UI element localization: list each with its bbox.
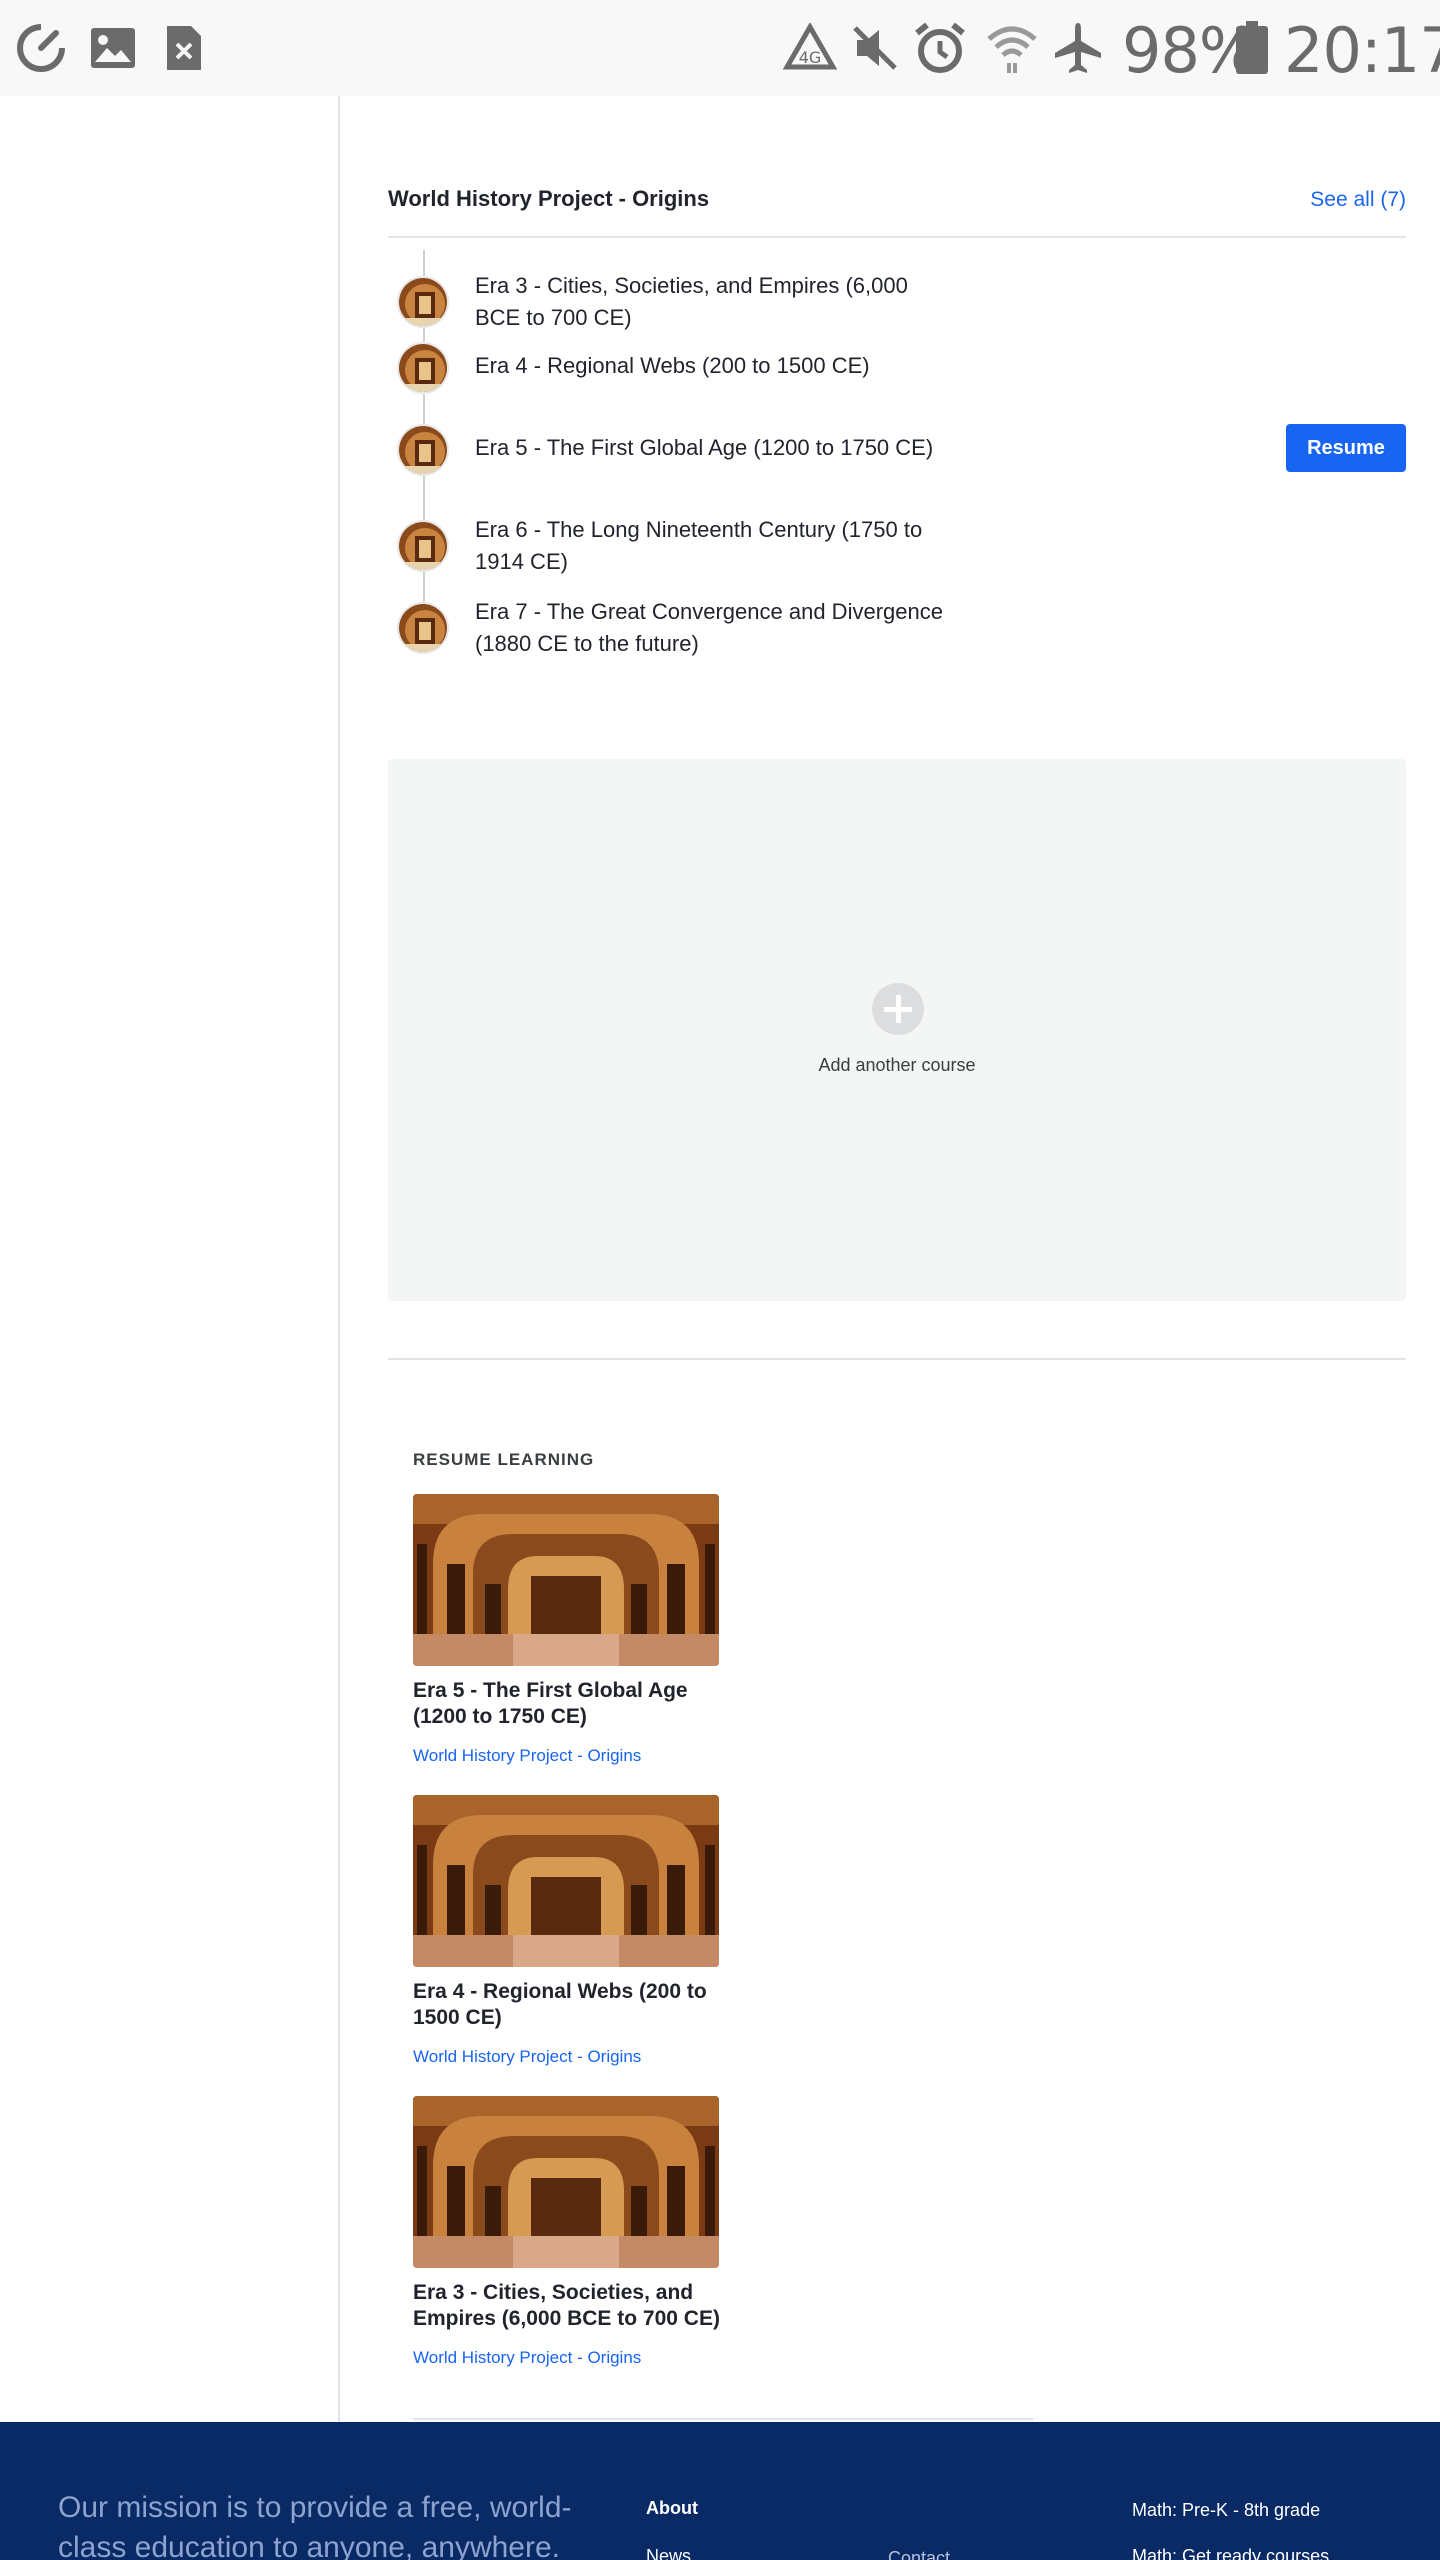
- course-card-header: World History Project - Origins See all …: [388, 182, 1406, 238]
- status-bar: 4G 98% 20:17: [0, 0, 1440, 96]
- battery-icon: [1234, 18, 1270, 78]
- resume-item-course-link[interactable]: World History Project - Origins: [413, 1746, 641, 1766]
- sidebar: [0, 96, 340, 2422]
- footer-math-prek-link[interactable]: Math: Pre-K - 8th grade: [1132, 2500, 1320, 2521]
- unit-thumbnail: [397, 602, 449, 654]
- resume-item-course-link[interactable]: World History Project - Origins: [413, 2348, 641, 2368]
- library-thumbnail: [413, 1795, 719, 1967]
- resume-button[interactable]: Resume: [1286, 424, 1406, 472]
- unit-thumbnail: [397, 520, 449, 572]
- footer: Our mission is to provide a free, world-…: [0, 2422, 1440, 2560]
- plus-icon: [872, 983, 924, 1035]
- clock-time: 20:17: [1284, 14, 1440, 87]
- unit-label: Era 6 - The Long Nineteenth Century (175…: [475, 517, 923, 574]
- resume-item-title: Era 5 - The First Global Age (1200 to 17…: [413, 1679, 688, 1728]
- unit-thumbnail: [397, 342, 449, 394]
- library-thumbnail: [413, 1494, 719, 1666]
- unit-label: Era 3 - Cities, Societies, and Empires (…: [475, 273, 908, 330]
- unit-label: Era 7 - The Great Convergence and Diverg…: [475, 599, 943, 656]
- course-title[interactable]: World History Project - Origins: [388, 186, 709, 212]
- image-icon: [88, 18, 138, 78]
- section-divider: [388, 1358, 1406, 1360]
- svg-text:4G: 4G: [799, 48, 822, 67]
- file-close-icon: [164, 18, 204, 78]
- resume-learning-heading: RESUME LEARNING: [413, 1450, 595, 1469]
- library-thumbnail: [413, 2096, 719, 2268]
- footer-news-link[interactable]: News: [646, 2546, 691, 2560]
- see-all-link[interactable]: See all (7): [1310, 188, 1406, 212]
- unit-label: Era 4 - Regional Webs (200 to 1500 CE): [475, 353, 870, 378]
- recycle-icon: 4G: [782, 18, 838, 78]
- alarm-icon: [912, 18, 968, 78]
- mute-icon: [850, 18, 900, 78]
- resume-item-title: Era 3 - Cities, Societies, and Empires (…: [413, 2281, 720, 2330]
- speedometer-icon: [12, 18, 70, 78]
- unit-label: Era 5 - The First Global Age (1200 to 17…: [475, 435, 934, 460]
- unit-list: Era 3 - Cities, Societies, and Empires (…: [388, 250, 1406, 670]
- airplane-icon: [1050, 18, 1106, 78]
- resume-item-course-link[interactable]: World History Project - Origins: [413, 2047, 641, 2067]
- resume-list-bottom-border: [413, 2418, 1033, 2420]
- resume-item-title: Era 4 - Regional Webs (200 to 1500 CE): [413, 1980, 707, 2029]
- unit-thumbnail: [397, 276, 449, 328]
- footer-contact-link[interactable]: Contact: [888, 2548, 950, 2560]
- unit-thumbnail: [397, 424, 449, 476]
- wifi-icon: [984, 18, 1040, 78]
- footer-about-heading[interactable]: About: [646, 2498, 698, 2519]
- mission-statement: Our mission is to provide a free, world-…: [58, 2491, 572, 2560]
- add-course-card[interactable]: Add another course: [388, 759, 1406, 1301]
- add-course-label: Add another course: [818, 1055, 976, 1075]
- footer-math-ready-link[interactable]: Math: Get ready courses: [1132, 2546, 1329, 2560]
